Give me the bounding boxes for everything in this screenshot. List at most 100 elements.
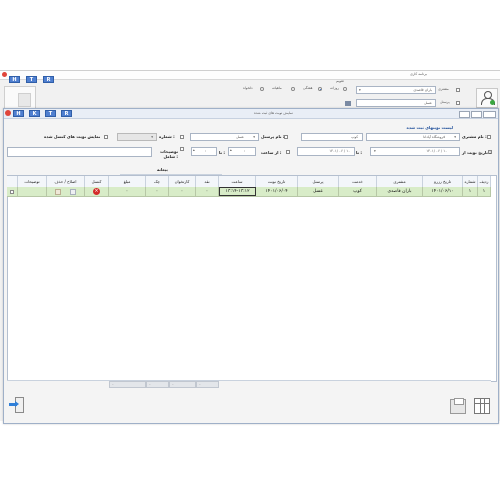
spinner-icon[interactable]: ▴ [230,148,232,153]
col-cheque[interactable]: چک [146,176,169,187]
user-add-icon[interactable] [476,88,498,108]
col-card[interactable]: کارتخوان [169,176,196,187]
grid-line-v2 [484,399,485,413]
col-select[interactable] [7,176,18,187]
bg-nav-r[interactable]: R [43,76,54,83]
maximize-icon[interactable] [471,111,482,118]
date-to-input[interactable]: ۱۴۰۱/ ۰۶ / ۱۰ [297,147,355,156]
bg-view-weekly-label: هفتگی [303,86,313,90]
grid-line-v1 [480,399,481,413]
footer-total-cash-value: ۰ [199,382,201,386]
customer-filter-check[interactable] [487,135,491,139]
col-amount[interactable]: مبلغ [109,176,146,187]
cell-time: ۱۳:۱۴-۱۳:۱۲ [219,187,256,196]
bg-left-avatar [18,93,31,107]
bg-personnel-value: عسل [424,101,432,105]
cell-edit-delete [47,187,85,196]
bg-close-icon[interactable] [2,72,7,77]
footer-total-amount-value: ۰ [112,382,114,386]
chevron-down-icon: ▾ [151,135,153,139]
dialog-close-icon[interactable] [5,110,11,116]
chevron-down-icon: ▾ [253,135,255,139]
notes-filter-input[interactable] [7,147,152,157]
number-filter-check[interactable] [180,135,184,139]
cell-select [7,187,18,196]
customer-filter-label: نام مشتری : [462,134,487,139]
col-number[interactable]: شماره [463,176,478,187]
bg-view-daily-label: روزانه [330,86,339,90]
bg-nav-h[interactable]: H [9,76,20,83]
bg-view-custom-label: دلخواه [243,86,253,90]
row-select-check[interactable] [10,189,14,194]
dialog-close-button[interactable] [483,111,496,118]
date-from-input[interactable]: ۱۴۰۱/ ۰۶ / ۱۰ ▾ [370,147,460,156]
col-service[interactable]: خدمت [339,176,377,187]
time-filter-check[interactable] [286,150,290,154]
footer-total-cheque-value: ۰ [149,382,151,386]
cell-reserve-date: ۱۴۰۱/۰۶/۱۰ [423,187,463,196]
personnel-filter-check[interactable] [284,135,288,139]
col-row[interactable]: ردیف [478,176,491,187]
edit-icon[interactable] [55,188,62,195]
time-from-input[interactable]: : ▴ [228,147,256,156]
bg-calendar-label: تقویم [336,79,344,83]
cell-notes [18,187,47,196]
dialog-nav-t[interactable]: T [45,110,56,117]
bg-view-daily-radio[interactable] [343,87,347,91]
col-appt-date[interactable]: تاریخ نوبت [256,176,298,187]
cell-personnel: عسل [298,187,339,196]
dialog-titlebar: H K T R نمایش نوبت های ثبت شده [4,109,498,119]
bg-view-weekly-radio[interactable] [318,87,322,91]
delete-icon[interactable] [69,188,76,195]
show-cancelled-label: نمایش نوبت های کنسل شده [44,134,101,139]
number-filter-input[interactable]: ▾ [117,133,157,141]
spinner-icon[interactable]: ▴ [193,148,195,153]
minimize-icon[interactable] [459,111,470,118]
cell-card: ۰ [169,187,196,196]
personnel-filter-value: عسل [236,135,244,139]
notes-filter-check[interactable] [180,147,184,151]
col-personnel[interactable]: پرسنل [298,176,339,187]
plus-badge [490,100,495,105]
bg-view-custom-radio[interactable] [260,87,264,91]
calendar-icon[interactable] [345,101,351,106]
col-cancel[interactable]: کنسل [85,176,109,187]
cell-cash: ۰ [196,187,219,196]
bg-view-monthly-radio[interactable] [291,87,295,91]
time-to-input[interactable]: : ▴ [191,147,217,156]
columns-grid-icon[interactable] [474,398,490,414]
col-customer[interactable]: مشتری [377,176,423,187]
print-icon[interactable] [450,398,466,414]
service-filter-select[interactable]: کوپ [301,133,363,141]
show-cancelled-check[interactable] [104,135,108,139]
col-time[interactable]: ساعت [219,176,256,187]
personnel-filter-select[interactable]: عسل ▾ [190,133,259,141]
dialog-nav-h[interactable]: H [13,110,24,117]
cell-row: ۱ [478,187,491,196]
cell-customer: باران قاصدی [377,187,423,196]
bg-personnel-check[interactable] [456,101,460,105]
footer-total-cash: ۰ [196,381,219,388]
bg-personnel-select[interactable]: عسل [356,99,436,107]
col-edit-delete[interactable]: اصلاح / حذف [47,176,85,187]
chevron-down-icon: ▾ [359,88,361,92]
cell-appt-date: ۱۴۰۱/۰۶/۰۴ [256,187,298,196]
dialog-nav-k[interactable]: K [29,110,40,117]
bg-customer-select[interactable]: باران قاصدی ▾ [356,86,436,94]
grid-line-h [475,403,489,404]
section-title: لیست نوبتهای ثبت شده [406,125,453,130]
print-paper-shape [454,398,464,405]
bg-customer-check[interactable] [456,88,460,92]
customer-filter-select[interactable]: فروشگاه آپادانا ▾ [366,133,460,141]
col-notes[interactable]: توضیحات [18,176,47,187]
exit-icon[interactable] [9,397,25,414]
bg-nav-t[interactable]: T [26,76,37,83]
cell-cancel: × [85,187,109,196]
dialog-nav-r[interactable]: R [61,110,72,117]
bg-window-title: برنامه کاری [410,72,427,76]
cancel-x-icon[interactable]: × [93,188,100,195]
col-reserve-date[interactable]: تاریخ رزرو [423,176,463,187]
time-to-label: تا : [219,150,226,155]
footer-total-amount: ۰ [109,381,146,388]
col-cash[interactable]: نقد [196,176,219,187]
